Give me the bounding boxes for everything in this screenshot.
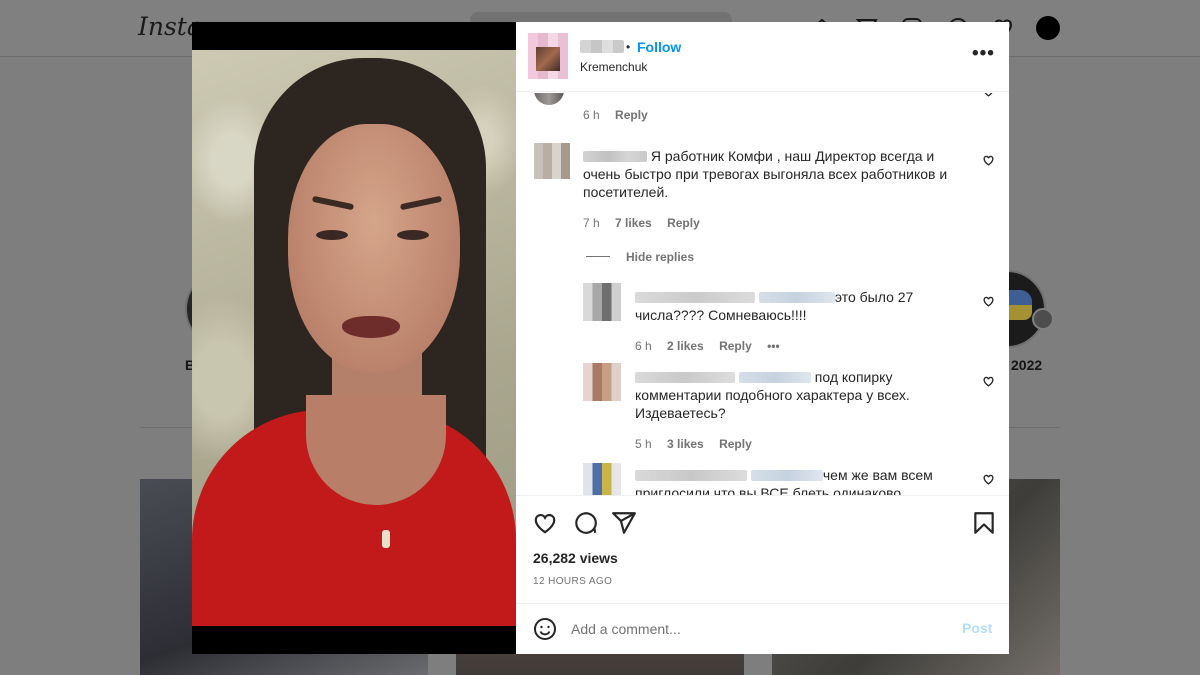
comment-reply-button[interactable]: Reply bbox=[667, 216, 700, 230]
reply-likes-count[interactable]: 2 likes bbox=[667, 339, 704, 353]
author-username-blurred[interactable] bbox=[580, 40, 624, 53]
author-avatar[interactable] bbox=[528, 33, 568, 79]
comment-meta: 7 h 7 likes Reply bbox=[583, 216, 712, 230]
reply-likes-count[interactable]: 3 likes bbox=[667, 437, 704, 451]
comment-reply-button[interactable]: Reply bbox=[615, 108, 648, 122]
mentioned-username-blurred[interactable] bbox=[738, 372, 811, 383]
comment-time: 6 h bbox=[583, 108, 600, 122]
hide-replies-line bbox=[586, 256, 610, 257]
reply-reply-button[interactable]: Reply bbox=[719, 339, 752, 353]
video-views-count[interactable]: 26,282 views bbox=[533, 550, 618, 566]
replier-avatar[interactable] bbox=[583, 463, 621, 495]
comment-body: Я работник Комфи , наш Директор всегда и… bbox=[583, 147, 965, 201]
replier-username-blurred[interactable] bbox=[635, 292, 755, 303]
reply-more-options[interactable]: ••• bbox=[767, 339, 780, 353]
commenter-avatar[interactable] bbox=[534, 93, 564, 105]
mentioned-username-blurred[interactable] bbox=[758, 292, 835, 303]
like-reply-heart-icon[interactable] bbox=[982, 375, 995, 388]
replier-avatar[interactable] bbox=[583, 283, 621, 321]
post-comment-button[interactable]: Post bbox=[962, 620, 992, 636]
more-options-button[interactable]: ••• bbox=[972, 43, 995, 65]
replier-username-blurred[interactable] bbox=[635, 372, 735, 383]
reply-body: чем же вам всем приглосили что вы ВСЕ бл… bbox=[635, 466, 945, 495]
video-frame[interactable] bbox=[192, 50, 516, 626]
reply-body: под копирку комментарии подобного характ… bbox=[635, 368, 945, 422]
reply-time: 5 h bbox=[635, 437, 652, 451]
replier-username-blurred[interactable] bbox=[635, 470, 747, 481]
like-comment-heart-icon[interactable] bbox=[982, 93, 995, 98]
commenter-username-blurred[interactable] bbox=[583, 151, 647, 162]
separator-dot: • bbox=[626, 40, 631, 54]
story-highlight-label: 2022 bbox=[1011, 357, 1043, 373]
comment-input[interactable] bbox=[571, 614, 941, 644]
post-location[interactable]: Kremenchuk bbox=[580, 60, 647, 74]
like-comment-heart-icon[interactable] bbox=[982, 154, 995, 167]
post-video[interactable] bbox=[192, 22, 516, 654]
post-actions: 26,282 views 12 HOURS AGO bbox=[516, 495, 1009, 603]
reply-time: 6 h bbox=[635, 339, 652, 353]
reply-meta: 6 h 2 likes Reply ••• bbox=[635, 339, 792, 353]
comment-time: 7 h bbox=[583, 216, 600, 230]
comment-likes-count[interactable]: 7 likes bbox=[615, 216, 652, 230]
comment-bubble-icon[interactable] bbox=[572, 510, 598, 536]
share-paper-plane-icon[interactable] bbox=[611, 510, 637, 536]
reply-body: это было 27 числа???? Сомневаюсь!!!! bbox=[635, 288, 945, 324]
replier-avatar[interactable] bbox=[583, 363, 621, 401]
comment-meta: 6 h Reply bbox=[583, 108, 660, 122]
post-timestamp: 12 HOURS AGO bbox=[533, 576, 613, 587]
profile-avatar bbox=[1036, 16, 1060, 40]
save-bookmark-icon[interactable] bbox=[971, 510, 997, 536]
like-heart-icon[interactable] bbox=[532, 510, 558, 536]
mentioned-username-blurred[interactable] bbox=[750, 470, 823, 481]
follow-button[interactable]: Follow bbox=[637, 39, 681, 55]
add-comment-bar: Post bbox=[516, 603, 1009, 654]
like-reply-heart-icon[interactable] bbox=[982, 473, 995, 486]
commenter-avatar[interactable] bbox=[534, 143, 570, 179]
like-reply-heart-icon[interactable] bbox=[982, 295, 995, 308]
comments-list[interactable]: 6 h Reply Я работник Комфи , наш Директо… bbox=[516, 93, 1009, 495]
highlight-badge bbox=[1032, 308, 1054, 330]
reply-reply-button[interactable]: Reply bbox=[719, 437, 752, 451]
emoji-icon[interactable] bbox=[533, 617, 557, 641]
hide-replies-button[interactable]: Hide replies bbox=[626, 250, 694, 264]
reply-meta: 5 h 3 likes Reply bbox=[635, 437, 764, 451]
post-header bbox=[516, 22, 1009, 92]
